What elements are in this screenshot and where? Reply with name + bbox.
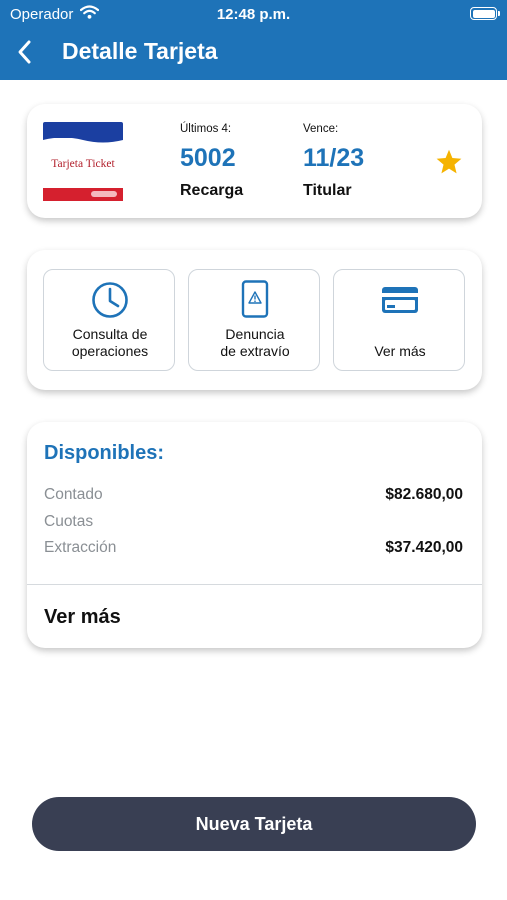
- card-actions: Consulta de operaciones Denuncia de extr…: [27, 250, 482, 390]
- ver-mas-actions-label: Ver más: [374, 343, 426, 359]
- page-title: Detalle Tarjeta: [62, 38, 218, 64]
- card-type: Recarga: [180, 182, 244, 199]
- last4-label: Últimos 4:: [180, 123, 232, 135]
- ver-mas-balances-link[interactable]: Ver más: [44, 606, 121, 629]
- warning-phone-icon: [241, 280, 269, 318]
- card-thumbnail: Tarjeta Ticket: [43, 122, 123, 204]
- balance-row-value-contado: $82.680,00: [385, 486, 463, 503]
- expiry-value: 11/23: [303, 144, 365, 172]
- card-summary: Tarjeta Ticket Últimos 4: 5002 Recarga V…: [27, 104, 482, 218]
- balances-title: Disponibles:: [44, 442, 165, 464]
- balance-row-label-cuotas: Cuotas: [44, 513, 94, 530]
- card-balances: Disponibles: Contado $82.680,00 Cuotas E…: [27, 422, 482, 648]
- card-holder: Titular: [303, 182, 352, 199]
- balance-row-label-contado: Contado: [44, 486, 103, 503]
- denuncia-extravio-label: Denuncia de extravío: [220, 326, 290, 359]
- card-thumbnail-text: Tarjeta Ticket: [51, 158, 115, 170]
- battery-icon: [470, 7, 500, 20]
- last4-value: 5002: [180, 144, 236, 172]
- divider: [27, 584, 482, 585]
- card-thumbnail-wave: [43, 136, 123, 143]
- consulta-operaciones-button[interactable]: Consulta de operaciones: [43, 269, 175, 371]
- denuncia-extravio-button[interactable]: Denuncia de extravío: [188, 269, 320, 371]
- consulta-operaciones-label: Consulta de operaciones: [71, 326, 149, 359]
- credit-card-icon: [382, 287, 418, 313]
- star-icon[interactable]: [435, 148, 463, 176]
- clock-icon: [92, 282, 128, 318]
- nueva-tarjeta-button[interactable]: Nueva Tarjeta: [32, 797, 476, 851]
- back-chevron-icon[interactable]: [14, 38, 36, 66]
- app-header: Operador 12:48 p.m. Detalle Tarjeta: [0, 0, 507, 80]
- balance-row-label-extraccion: Extracción: [44, 539, 117, 556]
- clock-time: 12:48 p.m.: [216, 6, 291, 23]
- expiry-label: Vence:: [303, 123, 339, 135]
- balance-row-value-extraccion: $37.420,00: [385, 539, 463, 556]
- status-bar: Operador 12:48 p.m.: [0, 0, 507, 28]
- ver-mas-actions-button[interactable]: Ver más: [333, 269, 465, 371]
- card-thumbnail-logo: [91, 191, 117, 197]
